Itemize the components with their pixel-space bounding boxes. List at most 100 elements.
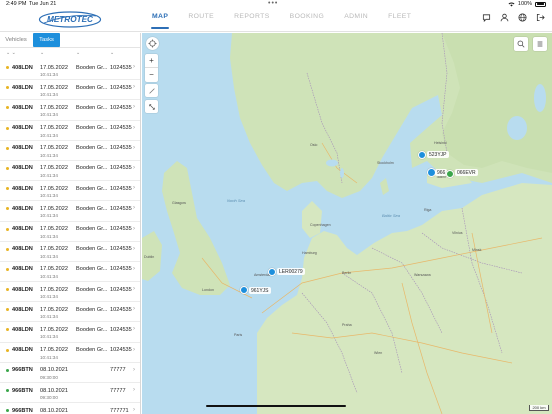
task-row[interactable]: 408LDN 17.05.2022 10:41:34 Booden Gr... 1024…: [0, 222, 140, 242]
tab-reports[interactable]: REPORTS: [224, 8, 280, 32]
task-plate: 408LDN: [12, 347, 33, 354]
tab-fleet[interactable]: FLEET: [378, 8, 421, 32]
chevron-right-icon: ›: [133, 104, 135, 111]
sort-date-chevron-icon[interactable]: ⌄: [40, 50, 44, 56]
city-label: Wien: [374, 351, 383, 355]
city-label: Paris: [234, 333, 243, 337]
task-row[interactable]: 408LDN 17.05.2022 10:41:34 Booden Gr... 1024…: [0, 343, 140, 363]
sort-number-chevron-icon[interactable]: ⌄: [110, 50, 114, 56]
task-number: 1024535: [110, 306, 132, 313]
task-company: Booden Gr...: [76, 347, 108, 354]
column-headers: ⌄ ⌄ ⌄ ⌄ ⌄: [0, 49, 140, 59]
chevron-right-icon: ›: [133, 387, 135, 393]
land-britain: [162, 161, 230, 295]
map-view[interactable]: North Sea Baltic Sea Stockholm Oslo Hels…: [142, 33, 552, 414]
tab-map[interactable]: MAP: [142, 8, 178, 32]
home-indicator[interactable]: [206, 405, 346, 407]
top-navigation: METROTEC MAP ROUTE REPORTS BOOKING ADMIN…: [0, 8, 552, 32]
task-number: 1024535: [110, 165, 132, 172]
user-icon[interactable]: [499, 12, 510, 23]
tab-admin[interactable]: ADMIN: [334, 8, 378, 32]
task-plate: 408LDN: [12, 205, 33, 212]
status-dot: [6, 126, 9, 130]
task-number: 1024535: [110, 145, 132, 152]
task-plate: 408LDN: [12, 266, 33, 273]
task-time: 10:41:34: [40, 334, 58, 340]
task-row[interactable]: 966BTN08.10.202109:30:00777771›: [0, 403, 140, 414]
task-row[interactable]: 408LDN 17.05.2022 10:41:34 Booden Gr... 1024…: [0, 181, 140, 202]
chevron-right-icon: ›: [133, 225, 135, 232]
map-layers-button[interactable]: [533, 37, 547, 51]
task-company: Booden Gr...: [76, 104, 108, 111]
vehicle-marker-label[interactable]: 523YJP: [427, 151, 449, 158]
zoom-in-button[interactable]: +: [145, 54, 158, 68]
multitask-dots[interactable]: •••: [268, 0, 278, 7]
task-number: 1024535: [110, 347, 132, 354]
task-number: 1024535: [110, 84, 132, 91]
draw-line-button[interactable]: [145, 84, 158, 97]
task-row[interactable]: 408LDN 17.05.2022 10:41:34 Booden Gr... 1024…: [0, 322, 140, 343]
metrotec-logo[interactable]: METROTEC: [38, 11, 102, 28]
sort-plate-chevron-icon[interactable]: ⌄ ⌄: [6, 50, 16, 56]
vehicle-marker[interactable]: [240, 286, 248, 294]
chat-icon[interactable]: [481, 12, 492, 23]
task-row[interactable]: 408LDN 17.05.2022 10:41:34 Booden Gr... 1024…: [0, 262, 140, 283]
task-row[interactable]: 408LDN 17.05.2022 10:41:34 Booden Gr... 1024…: [0, 282, 140, 303]
task-date: 17.05.2022: [40, 145, 68, 152]
tab-booking[interactable]: BOOKING: [280, 8, 335, 32]
task-row[interactable]: 408LDN 17.05.2022 10:41:34 Booden Gr... 1024…: [0, 80, 140, 101]
task-number: 1024535: [110, 246, 132, 253]
city-label: Oslo: [310, 143, 318, 147]
battery-percent: 100%: [517, 1, 532, 7]
task-row[interactable]: 408LDN 17.05.2022 10:41:34 Booden Gr... 1024…: [0, 242, 140, 262]
task-row[interactable]: 966BTN 08.10.2021 09:30:00 77777 ›: [0, 363, 140, 383]
vehicle-marker[interactable]: [418, 151, 426, 159]
task-date: 08.10.2021: [40, 367, 68, 374]
vehicle-marker-label[interactable]: LER00279: [277, 268, 305, 275]
city-label: London: [202, 288, 214, 292]
sort-company-chevron-icon[interactable]: ⌄: [76, 50, 80, 56]
land-gotland: [380, 178, 389, 195]
tab-tasks[interactable]: Tasks: [33, 33, 60, 47]
status-dot: [6, 368, 9, 372]
vehicle-marker-label[interactable]: 066EVR: [455, 169, 478, 176]
vehicle-marker-label[interactable]: 961YJS: [249, 287, 271, 294]
tab-vehicles[interactable]: Vehicles: [0, 33, 32, 47]
globe-icon[interactable]: [517, 12, 528, 23]
task-date: 17.05.2022: [40, 64, 68, 71]
task-row[interactable]: 408LDN 17.05.2022 10:41:34 Booden Gr... 1024…: [0, 161, 140, 182]
task-row[interactable]: 966BTN 08.10.2021 09:30:00 77777 ›: [0, 383, 140, 404]
city-label: Vilnius: [452, 231, 463, 235]
city-label: Copenhagen: [310, 223, 331, 227]
measure-button[interactable]: [145, 100, 158, 113]
city-label: Warszawa: [414, 273, 431, 277]
city-label: Berlin: [342, 271, 352, 275]
logout-icon[interactable]: [535, 12, 546, 23]
task-row[interactable]: 408LDN 17.05.2022 10:41:34 Booden Gr... 1024…: [0, 141, 140, 161]
task-date: 17.05.2022: [40, 286, 68, 293]
task-date: 17.05.2022: [40, 104, 68, 111]
tab-route[interactable]: ROUTE: [178, 8, 224, 32]
task-row[interactable]: 408LDN 17.05.2022 10:41:34 Booden Gr... 1024…: [0, 302, 140, 323]
task-row[interactable]: 408LDN 17.05.2022 10:41:34 Booden Gr... 1024…: [0, 100, 140, 121]
locate-button[interactable]: [146, 37, 159, 50]
status-dot: [6, 106, 9, 110]
map-search-button[interactable]: [514, 37, 528, 51]
chevron-right-icon: ›: [133, 144, 135, 151]
land-continent: [257, 183, 552, 414]
vehicle-marker[interactable]: [446, 170, 454, 178]
task-number: 777771: [110, 407, 129, 414]
task-row[interactable]: 408LDN 17.05.2022 10:41:34 Booden Gr... 1024…: [0, 121, 140, 141]
task-date: 17.05.2022: [40, 205, 68, 212]
status-time: 2:49 PM: [6, 1, 27, 7]
task-date: 17.05.2022: [40, 226, 68, 232]
task-row[interactable]: 408LDN 17.05.2022 10:41:34 Booden Gr... 1024…: [0, 201, 140, 222]
task-company: Booden Gr...: [76, 64, 108, 71]
zoom-out-button[interactable]: −: [145, 68, 158, 82]
status-dot: [6, 146, 9, 150]
vehicle-marker[interactable]: [268, 268, 276, 276]
task-company: Booden Gr...: [76, 306, 108, 313]
task-row[interactable]: 408LDN 17.05.2022 10:41:34 Booden Gr... 1024…: [0, 60, 140, 81]
task-time: 10:41:34: [40, 193, 58, 199]
task-company: Booden Gr...: [76, 205, 108, 212]
